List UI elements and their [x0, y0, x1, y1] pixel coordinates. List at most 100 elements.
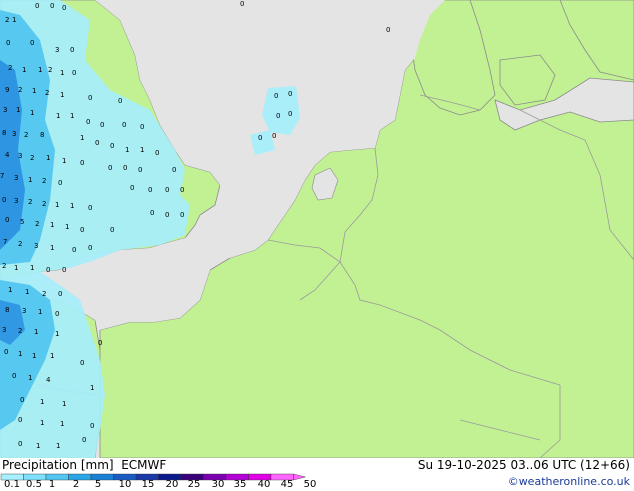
svg-text:0: 0	[130, 184, 134, 192]
map-title: Precipitation [mm] ECMWF	[2, 458, 167, 472]
svg-text:1: 1	[70, 112, 74, 120]
svg-text:1: 1	[56, 442, 60, 450]
svg-text:0: 0	[272, 132, 276, 140]
svg-text:0: 0	[180, 211, 184, 219]
svg-text:0: 0	[100, 121, 104, 129]
svg-text:2: 2	[18, 86, 22, 94]
svg-text:1: 1	[55, 330, 59, 338]
svg-text:1: 1	[125, 146, 129, 154]
svg-text:2: 2	[42, 177, 46, 185]
svg-text:0: 0	[165, 211, 169, 219]
svg-text:0: 0	[50, 2, 54, 10]
svg-text:1: 1	[28, 176, 32, 184]
svg-text:7: 7	[0, 172, 4, 180]
svg-text:1: 1	[65, 223, 69, 231]
svg-text:1: 1	[16, 106, 20, 114]
svg-text:1: 1	[50, 221, 54, 229]
svg-text:0: 0	[95, 139, 99, 147]
svg-text:0: 0	[5, 216, 9, 224]
svg-text:0: 0	[122, 121, 126, 129]
svg-text:3: 3	[55, 46, 59, 54]
legend-tick-label: 45	[280, 479, 294, 490]
svg-text:1: 1	[60, 420, 64, 428]
svg-text:1: 1	[12, 16, 16, 24]
precipitation-map: 2 10 0 0 0 03 0 211210 9212100 3 1 1 1 10 0 0 0 8328…	[0, 0, 634, 458]
svg-text:2: 2	[42, 200, 46, 208]
svg-text:1: 1	[40, 398, 44, 406]
legend-tick-label: 35	[233, 479, 247, 490]
svg-text:0: 0	[80, 359, 84, 367]
svg-text:1: 1	[50, 244, 54, 252]
svg-text:0: 0	[148, 186, 152, 194]
svg-text:1: 1	[8, 286, 12, 294]
svg-text:0: 0	[72, 246, 76, 254]
svg-text:0: 0	[80, 226, 84, 234]
svg-text:0: 0	[18, 416, 22, 424]
legend-tick-label: 40	[257, 479, 271, 490]
svg-text:0: 0	[55, 310, 59, 318]
svg-text:0: 0	[80, 159, 84, 167]
svg-text:1: 1	[28, 374, 32, 382]
svg-text:0: 0	[30, 39, 34, 47]
svg-text:0: 0	[155, 149, 159, 157]
svg-text:0: 0	[386, 26, 390, 34]
svg-text:0: 0	[276, 112, 280, 120]
svg-text:0: 0	[4, 348, 8, 356]
svg-text:1: 1	[55, 201, 59, 209]
credit-link[interactable]: ©weatheronline.co.uk	[508, 475, 630, 488]
svg-text:3: 3	[22, 307, 26, 315]
svg-text:3: 3	[12, 130, 16, 138]
legend-tick-label: 2	[72, 479, 80, 490]
svg-text:3: 3	[2, 326, 6, 334]
svg-text:1: 1	[56, 112, 60, 120]
svg-text:0: 0	[165, 186, 169, 194]
legend-tick-label: 30	[211, 479, 225, 490]
svg-text:1: 1	[70, 202, 74, 210]
svg-text:0: 0	[180, 186, 184, 194]
svg-text:0: 0	[88, 244, 92, 252]
svg-text:0: 0	[35, 2, 39, 10]
svg-text:0: 0	[98, 339, 102, 347]
svg-text:1: 1	[18, 350, 22, 358]
svg-text:1: 1	[50, 352, 54, 360]
svg-text:0: 0	[70, 46, 74, 54]
legend-tick-label: 50	[303, 479, 317, 490]
legend-tick-label: 1	[48, 479, 56, 490]
svg-text:0: 0	[274, 92, 278, 100]
svg-text:1: 1	[22, 66, 26, 74]
svg-text:1: 1	[30, 264, 34, 272]
svg-text:2: 2	[35, 220, 39, 228]
svg-text:1: 1	[62, 157, 66, 165]
svg-text:2: 2	[30, 154, 34, 162]
legend-tick-label: 10	[118, 479, 132, 490]
svg-text:0: 0	[6, 39, 10, 47]
svg-text:2: 2	[5, 16, 9, 24]
svg-text:3: 3	[18, 152, 22, 160]
svg-text:3: 3	[14, 174, 18, 182]
svg-text:0: 0	[258, 134, 262, 142]
svg-text:2: 2	[8, 64, 12, 72]
svg-text:0: 0	[88, 94, 92, 102]
valid-time: Su 19-10-2025 03..06 UTC (12+66)	[417, 458, 630, 472]
svg-text:0: 0	[58, 179, 62, 187]
svg-text:0: 0	[2, 196, 6, 204]
svg-text:2: 2	[24, 131, 28, 139]
legend-tick-label: 0.1	[4, 479, 20, 490]
legend-tick-label: 25	[187, 479, 201, 490]
svg-text:0: 0	[86, 118, 90, 126]
svg-text:1: 1	[14, 264, 18, 272]
svg-text:8: 8	[40, 131, 44, 139]
svg-text:1: 1	[32, 352, 36, 360]
svg-text:2: 2	[28, 198, 32, 206]
svg-text:2: 2	[18, 327, 22, 335]
svg-text:0: 0	[82, 436, 86, 444]
svg-text:0: 0	[58, 290, 62, 298]
svg-text:0: 0	[138, 166, 142, 174]
svg-text:0: 0	[46, 266, 50, 274]
svg-text:0: 0	[18, 440, 22, 448]
svg-text:3: 3	[34, 242, 38, 250]
svg-text:1: 1	[25, 288, 29, 296]
svg-text:1: 1	[62, 400, 66, 408]
svg-text:0: 0	[62, 266, 66, 274]
svg-text:0: 0	[108, 164, 112, 172]
